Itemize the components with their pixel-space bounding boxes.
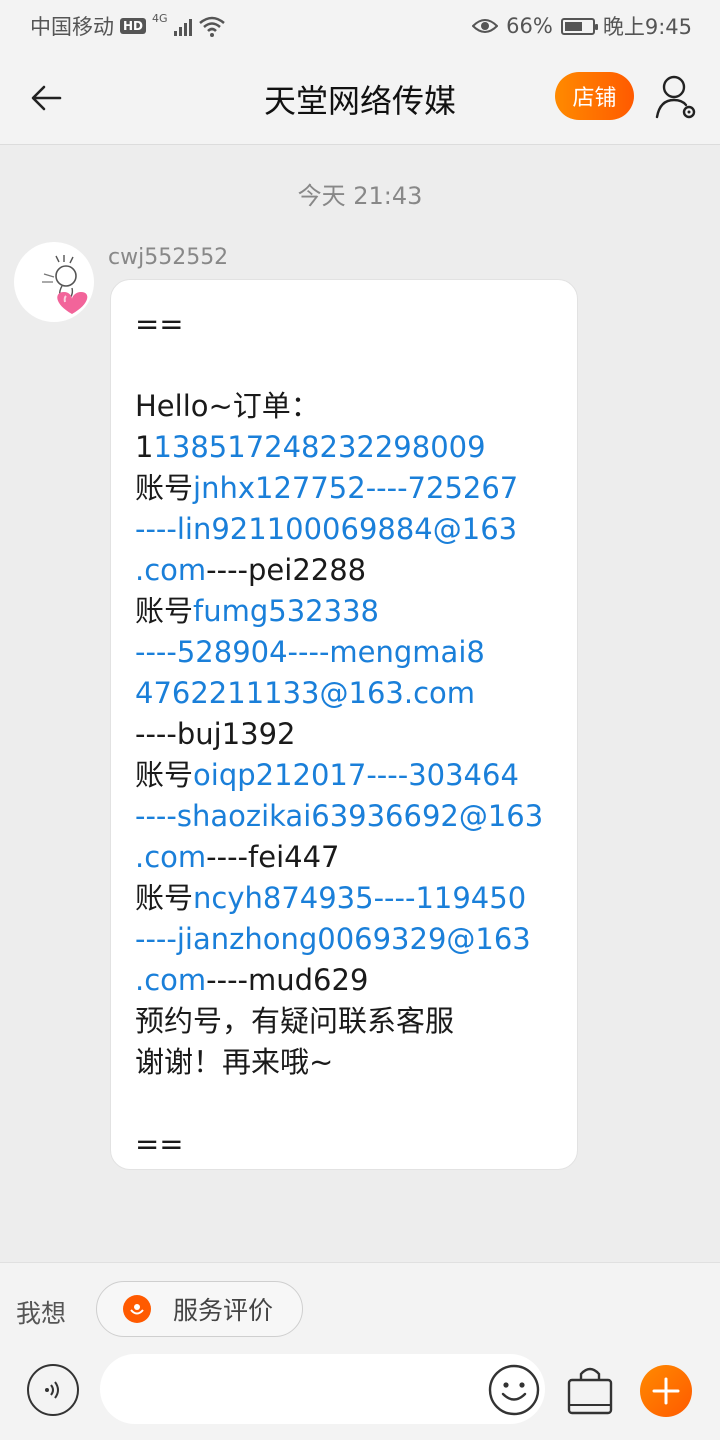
message-link[interactable]: .com — [135, 963, 206, 997]
input-bar — [0, 1352, 720, 1440]
message-text: ----mud629 — [206, 963, 369, 997]
message-link[interactable]: .com — [135, 553, 206, 587]
sender-name: cwj552552 — [108, 245, 229, 270]
message-text: ----fei447 — [206, 840, 340, 874]
message-link[interactable]: oiqp212017----303464 — [193, 758, 519, 792]
message-line: 账号oiqp212017----303464 — [135, 755, 577, 796]
message-line: ----shaozikai63936692@163 — [135, 796, 577, 837]
message-line: 账号ncyh874935----119450 — [135, 878, 577, 919]
message-line — [135, 1083, 577, 1124]
voice-button[interactable] — [27, 1364, 79, 1416]
shop-button[interactable]: 店铺 — [555, 72, 634, 120]
flower-icon — [123, 1295, 151, 1323]
message-link[interactable]: ----shaozikai63936692@163 — [135, 799, 543, 833]
message-line: 预约号，有疑问联系客服 — [135, 1001, 577, 1042]
message-link[interactable]: fumg532338 — [193, 594, 379, 628]
message-text: == — [135, 1127, 184, 1161]
message-line: ----528904----mengmai8 — [135, 632, 577, 673]
message-line: 谢谢！再来哦~ — [135, 1042, 577, 1083]
message-link[interactable]: ncyh874935----119450 — [193, 881, 526, 915]
message-line: 账号fumg532338 — [135, 591, 577, 632]
message-bubble[interactable]: == Hello~订单： 1138517248232298009 账号jnhx1277… — [110, 279, 578, 1170]
signal-icon — [173, 16, 192, 36]
message-input[interactable] — [100, 1354, 545, 1424]
message-line — [135, 345, 577, 386]
message-text: 1 — [135, 430, 154, 464]
message-text: 账号 — [135, 881, 194, 915]
message-text: 预约号，有疑问联系客服 — [135, 1004, 455, 1038]
message-line: 4762211133@163.com — [135, 673, 577, 714]
status-bar: 中国移动 HD 4G 66% 晚上9:45 — [0, 0, 720, 50]
message-text: == — [135, 307, 184, 341]
message-text: ----buj1392 — [135, 717, 296, 751]
avatar-sticker-icon — [42, 255, 88, 314]
message-link[interactable]: ----jianzhong0069329@163 — [135, 922, 531, 956]
user-settings-icon[interactable] — [652, 72, 700, 122]
plus-icon — [652, 1377, 680, 1405]
message-timestamp: 今天 21:43 — [297, 182, 423, 210]
voice-icon — [45, 1381, 59, 1399]
message-link[interactable]: 138517248232298009 — [153, 430, 485, 464]
message-line: 账号jnhx127752----725267 — [135, 468, 577, 509]
message-line: .com----mud629 — [135, 960, 577, 1001]
message-link[interactable]: .com — [135, 840, 206, 874]
message-line: Hello~订单： — [135, 386, 577, 427]
message-link[interactable]: jnhx127752----725267 — [193, 471, 518, 505]
message-text: Hello~订单： — [135, 389, 320, 423]
message-line: ----lin921100069884@163 — [135, 509, 577, 550]
message-line: ----jianzhong0069329@163 — [135, 919, 577, 960]
eye-icon — [472, 19, 499, 33]
battery-percent: 66% — [506, 14, 553, 38]
message-text: 账号 — [135, 758, 194, 792]
message-text: 账号 — [135, 471, 194, 505]
message-text: 账号 — [135, 594, 194, 628]
chip-label: 服务评价 — [173, 1296, 274, 1325]
battery-icon — [560, 17, 598, 35]
message-text: ----pei2288 — [206, 553, 367, 587]
shopping-bag-icon[interactable] — [565, 1364, 615, 1416]
quick-label: 我想 — [16, 1299, 67, 1328]
emoji-icon[interactable] — [487, 1363, 541, 1417]
message-line: 1138517248232298009 — [135, 427, 577, 468]
quick-action-bar: 我想 服务评价 — [0, 1262, 720, 1353]
service-rating-chip[interactable]: 服务评价 — [96, 1281, 303, 1337]
message-line: == — [135, 1124, 577, 1165]
network-type: 4G — [152, 11, 168, 25]
message-text: 谢谢！再来哦~ — [135, 1045, 334, 1079]
message-line: == — [135, 304, 577, 345]
status-time: 晚上9:45 — [602, 15, 692, 39]
carrier-name: 中国移动 — [30, 15, 114, 39]
chat-header: 天堂网络传媒 店铺 — [0, 50, 720, 145]
wifi-icon — [198, 16, 225, 37]
message-line: .com----fei447 — [135, 837, 577, 878]
message-link[interactable]: ----528904----mengmai8 — [135, 635, 485, 669]
message-line: .com----pei2288 — [135, 550, 577, 591]
message-link[interactable]: ----lin921100069884@163 — [135, 512, 517, 546]
hd-badge: HD — [120, 18, 147, 34]
message-link[interactable]: 4762211133@163.com — [135, 676, 475, 710]
plus-button[interactable] — [640, 1365, 692, 1417]
avatar[interactable] — [14, 242, 94, 322]
message-line: ----buj1392 — [135, 714, 577, 755]
